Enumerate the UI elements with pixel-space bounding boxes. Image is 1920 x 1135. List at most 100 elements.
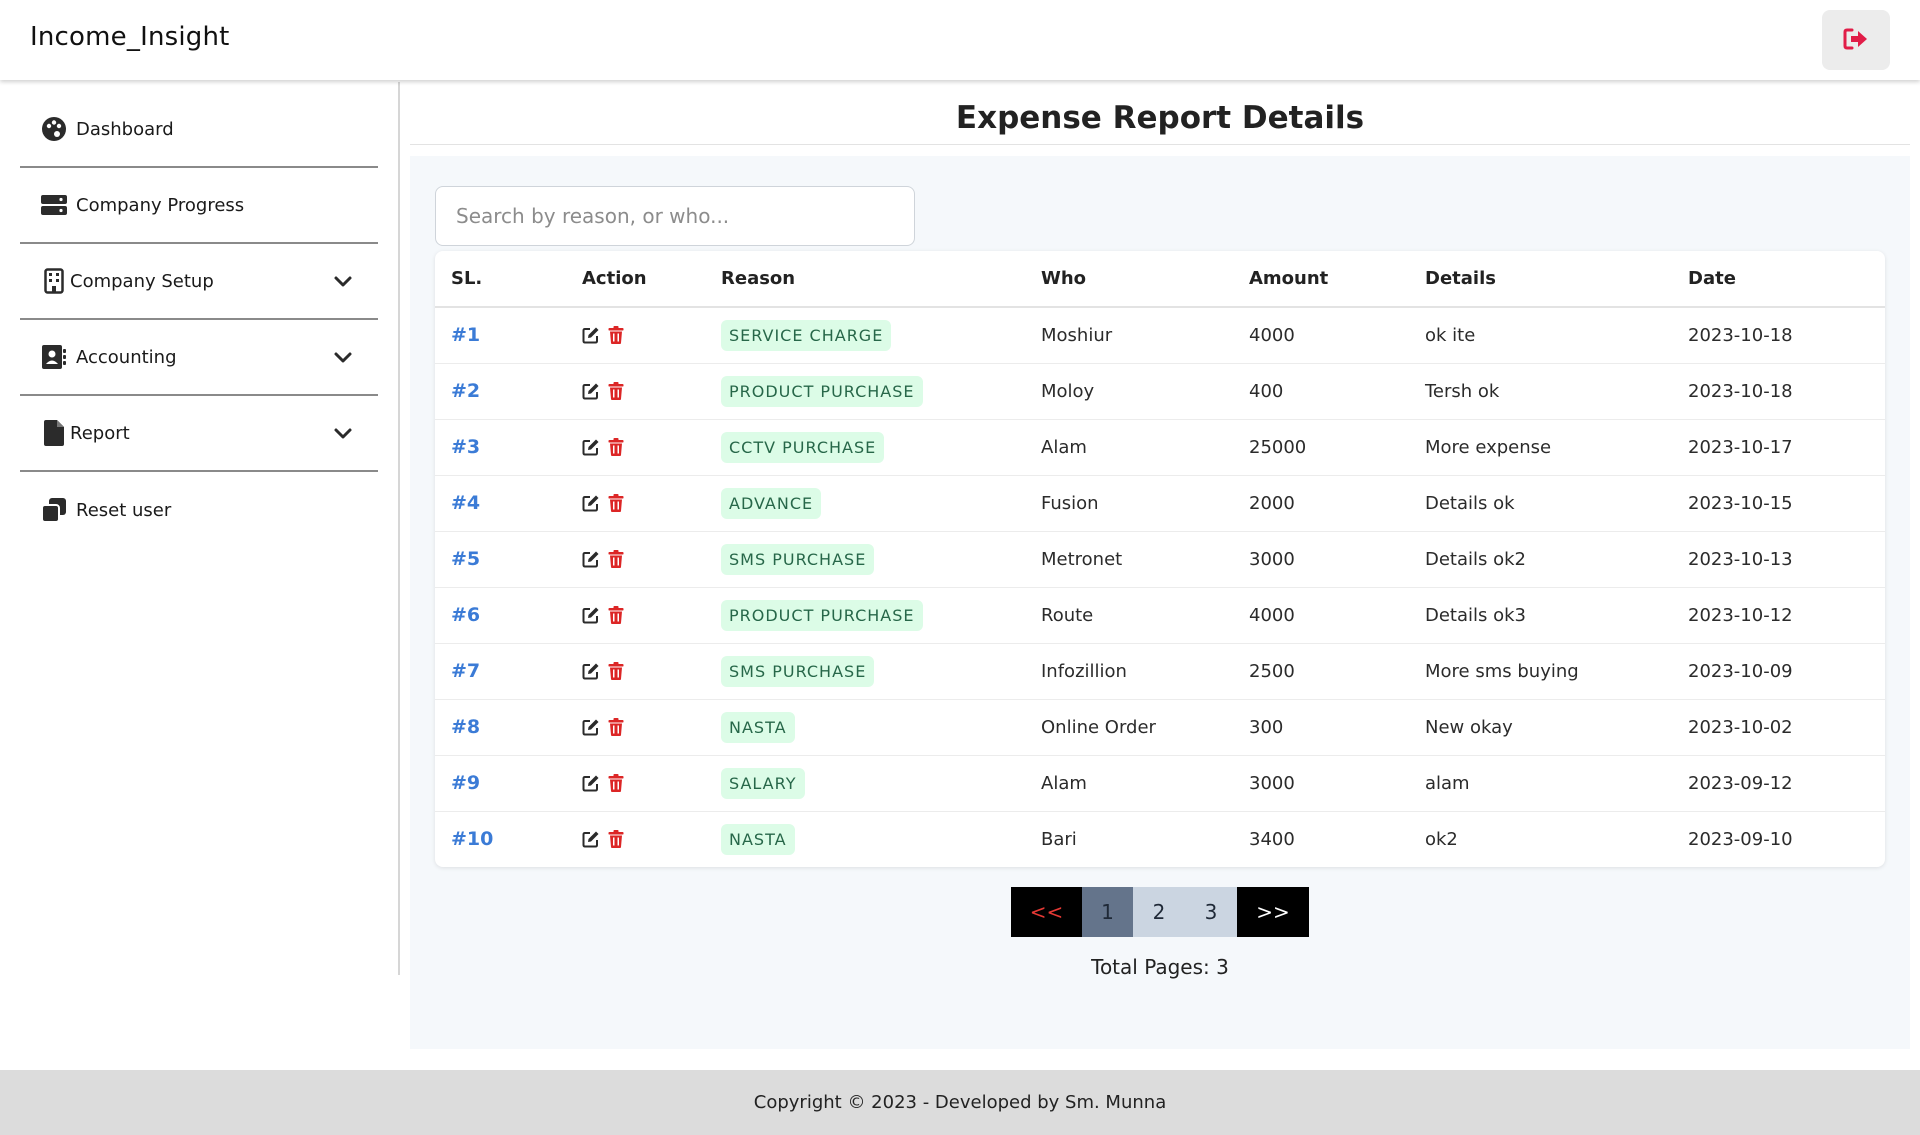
expense-table-card: SL. Action Reason Who Amount Details Dat…: [435, 251, 1885, 867]
edit-icon[interactable]: [582, 382, 600, 400]
row-actions: [566, 587, 705, 643]
row-serial-link[interactable]: #6: [435, 587, 566, 643]
reason-badge: NASTA: [721, 823, 795, 855]
row-actions: [566, 699, 705, 755]
row-date: 2023-10-13: [1688, 548, 1793, 570]
trash-icon[interactable]: [608, 550, 624, 568]
table-row: #8 NASTA Online Order 300 New okay 2023-10-02: [435, 699, 1885, 755]
trash-icon[interactable]: [608, 438, 624, 456]
row-reason: SMS PURCHASE: [705, 643, 1025, 699]
row-who: Route: [1041, 604, 1094, 626]
prev-page-button[interactable]: <<: [1011, 887, 1082, 937]
row-reason: SALARY: [705, 755, 1025, 811]
table-row: #10 NASTA Bari 3400 ok2 2023-09-10: [435, 811, 1885, 867]
trash-icon[interactable]: [608, 606, 624, 624]
sidebar-item-report[interactable]: Report: [20, 396, 378, 472]
sidebar-item-label: Company Setup: [70, 270, 214, 292]
edit-icon[interactable]: [582, 438, 600, 456]
page-button-3[interactable]: 3: [1185, 887, 1237, 937]
row-serial-link[interactable]: #1: [435, 307, 566, 363]
row-date: 2023-09-10: [1688, 828, 1793, 850]
next-page-button[interactable]: >>: [1237, 887, 1309, 937]
trash-icon[interactable]: [608, 774, 624, 792]
row-amount: 400: [1249, 380, 1284, 402]
sidebar-item-dashboard[interactable]: Dashboard: [20, 92, 378, 168]
sidebar: Dashboard Company Progress Company Setup: [0, 82, 400, 975]
edit-icon[interactable]: [582, 662, 600, 680]
row-details: New okay: [1425, 716, 1513, 738]
search-input[interactable]: [435, 186, 915, 246]
col-header-action: Action: [582, 268, 647, 289]
row-reason: ADVANCE: [705, 475, 1025, 531]
row-date: 2023-09-12: [1688, 772, 1793, 794]
row-serial-link[interactable]: #10: [435, 811, 566, 867]
row-date: 2023-10-17: [1688, 436, 1793, 458]
reason-badge: SMS PURCHASE: [721, 655, 875, 687]
row-actions: [566, 419, 705, 475]
page-button-2[interactable]: 2: [1133, 887, 1185, 937]
sidebar-item-label: Dashboard: [76, 118, 174, 140]
edit-icon[interactable]: [582, 494, 600, 512]
row-actions: [566, 475, 705, 531]
reason-badge: NASTA: [721, 711, 795, 743]
row-who: Online Order: [1041, 716, 1156, 738]
sidebar-item-reset-user[interactable]: Reset user: [20, 472, 378, 548]
row-serial-link[interactable]: #3: [435, 419, 566, 475]
row-actions: [566, 363, 705, 419]
row-details: ok ite: [1425, 324, 1476, 346]
trash-icon[interactable]: [608, 382, 624, 400]
row-details: Details ok3: [1425, 604, 1527, 626]
trash-icon[interactable]: [608, 494, 624, 512]
row-who: Bari: [1041, 828, 1077, 850]
trash-icon[interactable]: [608, 662, 624, 680]
table-body: #1 SERVICE CHARGE Moshiur 4000 ok ite 2023-10…: [435, 307, 1885, 867]
row-reason: NASTA: [705, 811, 1025, 867]
trash-icon[interactable]: [608, 830, 624, 849]
row-serial-link[interactable]: #2: [435, 363, 566, 419]
footer: Copyright © 2023 - Developed by Sm. Munn…: [0, 1070, 1920, 1135]
col-header-details: Details: [1425, 268, 1496, 289]
reason-badge: SERVICE CHARGE: [721, 319, 892, 351]
edit-icon[interactable]: [582, 606, 600, 624]
trash-icon[interactable]: [608, 718, 624, 736]
edit-icon[interactable]: [582, 550, 600, 568]
row-who: Alam: [1041, 772, 1087, 794]
building-icon: [40, 267, 68, 295]
table-row: #9 SALARY Alam 3000 alam 2023-09-12: [435, 755, 1885, 811]
row-reason: PRODUCT PURCHASE: [705, 587, 1025, 643]
sidebar-item-accounting[interactable]: Accounting: [20, 320, 378, 396]
sidebar-item-company-setup[interactable]: Company Setup: [20, 244, 378, 320]
trash-icon[interactable]: [608, 326, 624, 345]
sidebar-item-company-progress[interactable]: Company Progress: [20, 168, 378, 244]
row-amount: 300: [1249, 716, 1284, 738]
reason-badge: CCTV PURCHASE: [721, 431, 885, 463]
row-serial-link[interactable]: #4: [435, 475, 566, 531]
app-title[interactable]: Income_Insight: [30, 22, 230, 52]
row-details: More sms buying: [1425, 660, 1579, 682]
logout-button[interactable]: [1822, 10, 1890, 70]
table-row: #4 ADVANCE Fusion 2000 Details ok 2023-10-15: [435, 475, 1885, 531]
edit-icon[interactable]: [582, 830, 600, 848]
file-icon: [40, 419, 68, 447]
row-serial-link[interactable]: #5: [435, 531, 566, 587]
copy-icon: [40, 496, 68, 524]
row-amount: 3000: [1249, 772, 1295, 794]
row-actions: [566, 643, 705, 699]
row-serial-link[interactable]: #8: [435, 699, 566, 755]
row-serial-link[interactable]: #7: [435, 643, 566, 699]
col-header-reason: Reason: [721, 268, 796, 289]
divider: [410, 144, 1910, 145]
edit-icon[interactable]: [582, 774, 600, 792]
table-row: #5 SMS PURCHASE Metronet 3000 Details ok2 202…: [435, 531, 1885, 587]
total-pages-text: Total Pages: 3: [1091, 955, 1229, 979]
page-button-1[interactable]: 1: [1082, 887, 1133, 937]
edit-icon[interactable]: [582, 718, 600, 736]
chevron-down-icon: [332, 270, 354, 292]
edit-icon[interactable]: [582, 326, 600, 344]
col-header-who: Who: [1041, 268, 1087, 289]
expense-table: SL. Action Reason Who Amount Details Dat…: [435, 251, 1885, 867]
reason-badge: PRODUCT PURCHASE: [721, 599, 923, 631]
table-row: #2 PRODUCT PURCHASE Moloy 400 Tersh ok 2023-1…: [435, 363, 1885, 419]
row-details: alam: [1425, 772, 1470, 794]
row-serial-link[interactable]: #9: [435, 755, 566, 811]
